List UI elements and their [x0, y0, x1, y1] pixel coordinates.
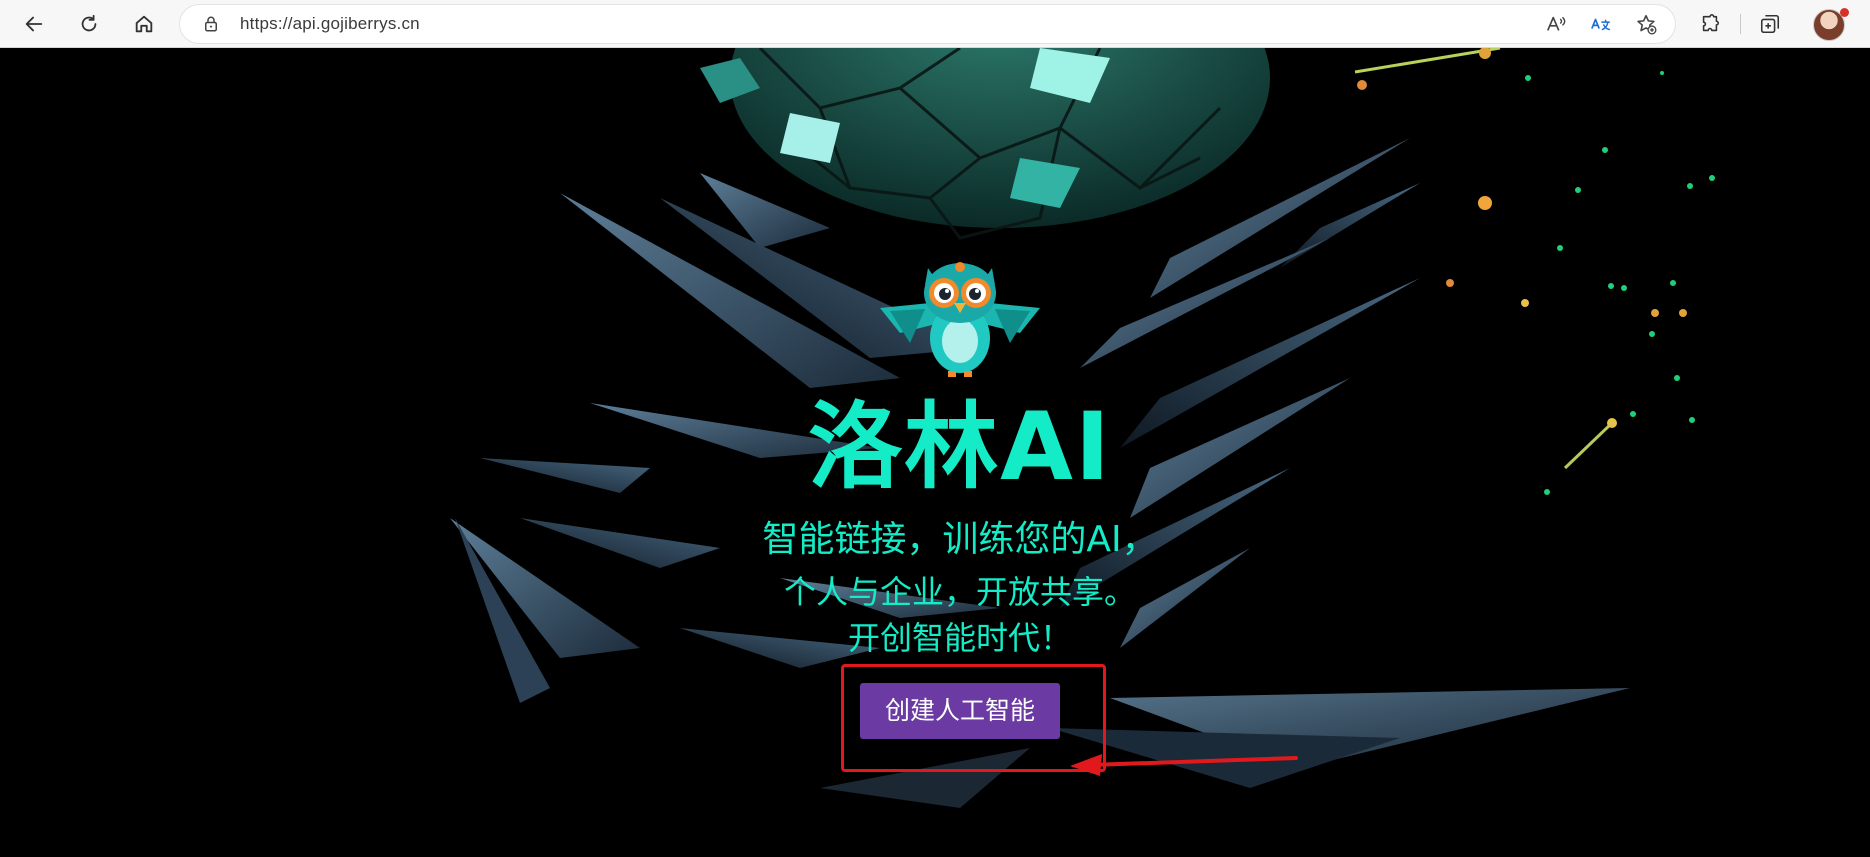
collections-button[interactable]: [1752, 6, 1788, 42]
home-icon: [135, 15, 153, 33]
tagline-line-3: 开创智能时代！: [847, 619, 1072, 657]
back-button[interactable]: [16, 6, 52, 42]
tagline-line-1: 智能链接，训练您的AI，: [762, 519, 1158, 560]
url-text[interactable]: https://api.gojiberrys.cn: [240, 5, 420, 43]
back-icon: [25, 16, 43, 32]
tagline-line-2: 个人与企业，开放共享。: [783, 573, 1136, 611]
owl-logo: [880, 262, 1040, 377]
toolbar-divider: [1740, 14, 1741, 34]
translate-icon: [1591, 18, 1610, 31]
hero-title: 洛林AI: [808, 393, 1112, 502]
annotation-arrow: [1070, 754, 1298, 776]
notification-dot: [1840, 8, 1849, 17]
extensions-icon: [1702, 14, 1720, 32]
translate-button[interactable]: [1590, 13, 1612, 35]
create-ai-button[interactable]: 创建人工智能: [860, 683, 1060, 739]
add-favorite-icon: [1637, 14, 1657, 35]
extensions-button[interactable]: [1692, 6, 1728, 42]
lock-icon: [205, 16, 217, 32]
read-aloud-button[interactable]: [1545, 13, 1567, 35]
read-aloud-icon: [1546, 16, 1566, 31]
refresh-button[interactable]: [71, 6, 107, 42]
browser-toolbar: https://api.gojiberrys.cn: [0, 0, 1870, 48]
home-button[interactable]: [126, 6, 162, 42]
hero-section: 洛林AI 智能链接，训练您的AI， 个人与企业，开放共享。 开创智能时代！ 创建…: [0, 48, 1870, 857]
address-bar[interactable]: https://api.gojiberrys.cn: [180, 5, 1675, 43]
refresh-icon: [81, 14, 97, 32]
collections-icon: [1760, 14, 1780, 34]
add-favorite-button[interactable]: [1635, 13, 1657, 35]
